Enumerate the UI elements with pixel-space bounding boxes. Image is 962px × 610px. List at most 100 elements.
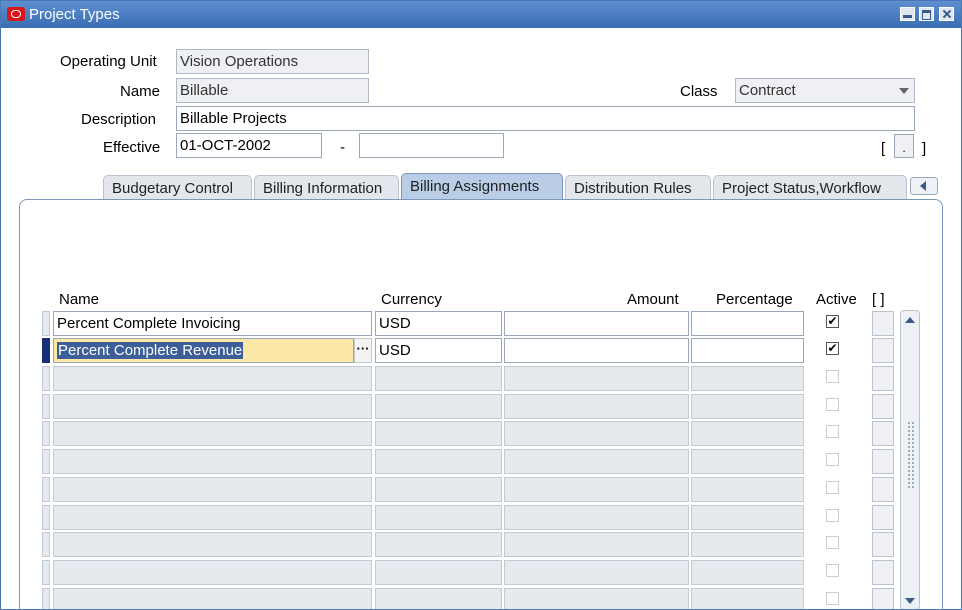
- flexfield-cell[interactable]: [872, 476, 894, 502]
- row-selector[interactable]: [42, 421, 50, 447]
- empty-cell[interactable]: [691, 532, 804, 558]
- empty-cell[interactable]: [375, 504, 502, 530]
- empty-cell[interactable]: [53, 532, 372, 558]
- active-checkbox[interactable]: [826, 563, 839, 577]
- empty-cell[interactable]: [691, 366, 804, 391]
- empty-cell[interactable]: [375, 559, 502, 585]
- row-selector[interactable]: [42, 393, 50, 419]
- tab-project-status-workflow[interactable]: Project Status,Workflow: [713, 175, 907, 199]
- empty-cell[interactable]: [375, 366, 502, 391]
- empty-cell[interactable]: [53, 504, 372, 530]
- flexfield-cell[interactable]: [872, 338, 894, 363]
- effective-from-field[interactable]: 01-OCT-2002: [176, 133, 322, 158]
- active-checkbox[interactable]: ✔: [826, 315, 839, 328]
- empty-cell[interactable]: [504, 504, 689, 530]
- empty-cell[interactable]: [375, 587, 502, 609]
- row-selector[interactable]: [42, 532, 50, 558]
- empty-cell[interactable]: [375, 532, 502, 558]
- row-selector[interactable]: [42, 366, 50, 391]
- percentage-cell[interactable]: [691, 338, 804, 363]
- currency-cell[interactable]: USD: [375, 311, 502, 336]
- empty-cell[interactable]: [53, 449, 372, 475]
- active-checkbox[interactable]: [826, 591, 839, 605]
- descriptive-flexfield-button[interactable]: .: [894, 134, 914, 158]
- tab-billing-assignments[interactable]: Billing Assignments: [401, 173, 563, 200]
- tab-billing-information[interactable]: Billing Information: [254, 175, 399, 199]
- empty-cell[interactable]: [375, 476, 502, 502]
- flexfield-cell[interactable]: [872, 587, 894, 609]
- scroll-grip-icon[interactable]: [907, 421, 915, 489]
- flexfield-cell[interactable]: [872, 311, 894, 336]
- row-selector[interactable]: [42, 311, 50, 336]
- list-of-values-button[interactable]: ···: [354, 338, 372, 363]
- empty-cell[interactable]: [375, 393, 502, 419]
- name-cell-current[interactable]: Percent Complete Revenue: [53, 338, 354, 363]
- empty-cell[interactable]: [691, 587, 804, 609]
- active-checkbox[interactable]: [826, 370, 839, 383]
- empty-cell[interactable]: [53, 587, 372, 609]
- row-selector-current[interactable]: [42, 338, 50, 363]
- empty-cell[interactable]: [691, 559, 804, 585]
- effective-to-field[interactable]: [359, 133, 504, 158]
- minimize-icon[interactable]: [900, 7, 915, 21]
- empty-cell[interactable]: [504, 532, 689, 558]
- active-checkbox[interactable]: [826, 536, 839, 550]
- active-checkbox[interactable]: [826, 480, 839, 494]
- empty-cell[interactable]: [53, 559, 372, 585]
- empty-cell[interactable]: [504, 449, 689, 475]
- percentage-cell[interactable]: [691, 311, 804, 336]
- empty-cell[interactable]: [53, 393, 372, 419]
- empty-cell[interactable]: [504, 366, 689, 391]
- tab-scroll-left-icon[interactable]: [910, 177, 938, 195]
- row-selector[interactable]: [42, 504, 50, 530]
- active-checkbox[interactable]: [826, 425, 839, 439]
- tab-budgetary-control[interactable]: Budgetary Control: [103, 175, 252, 199]
- empty-cell[interactable]: [504, 559, 689, 585]
- empty-cell[interactable]: [504, 421, 689, 447]
- empty-cell[interactable]: [53, 366, 372, 391]
- amount-cell[interactable]: [504, 338, 689, 363]
- active-checkbox[interactable]: [826, 508, 839, 522]
- empty-cell[interactable]: [504, 393, 689, 419]
- empty-cell[interactable]: [691, 449, 804, 475]
- active-checkbox[interactable]: [826, 453, 839, 467]
- flexfield-cell[interactable]: [872, 559, 894, 585]
- row-selector[interactable]: [42, 476, 50, 502]
- active-checkbox[interactable]: ✔: [826, 342, 839, 355]
- class-label: Class: [680, 83, 718, 100]
- empty-cell[interactable]: [53, 421, 372, 447]
- amount-cell[interactable]: [504, 311, 689, 336]
- flexfield-cell[interactable]: [872, 532, 894, 558]
- scroll-down-icon[interactable]: [905, 598, 915, 604]
- empty-cell[interactable]: [53, 476, 372, 502]
- scroll-up-icon[interactable]: [905, 317, 915, 323]
- name-cell[interactable]: Percent Complete Invoicing: [53, 311, 372, 336]
- empty-cell[interactable]: [691, 504, 804, 530]
- flexfield-cell[interactable]: [872, 366, 894, 391]
- class-select[interactable]: Contract: [735, 78, 915, 103]
- row-selector[interactable]: [42, 587, 50, 609]
- empty-cell[interactable]: [504, 587, 689, 609]
- empty-cell[interactable]: [691, 393, 804, 419]
- row-selector[interactable]: [42, 449, 50, 475]
- name-field[interactable]: Billable: [176, 78, 369, 103]
- tab-distribution-rules[interactable]: Distribution Rules: [565, 175, 711, 199]
- flexfield-cell[interactable]: [872, 393, 894, 419]
- chevron-down-icon: [899, 88, 909, 94]
- close-icon[interactable]: [939, 7, 954, 21]
- empty-cell[interactable]: [691, 476, 804, 502]
- empty-cell[interactable]: [691, 421, 804, 447]
- operating-unit-field[interactable]: Vision Operations: [176, 49, 369, 74]
- currency-cell[interactable]: USD: [375, 338, 502, 363]
- empty-cell[interactable]: [375, 421, 502, 447]
- grid-scrollbar[interactable]: [900, 310, 920, 609]
- empty-cell[interactable]: [375, 449, 502, 475]
- empty-cell[interactable]: [504, 476, 689, 502]
- flexfield-cell[interactable]: [872, 449, 894, 475]
- flexfield-cell[interactable]: [872, 421, 894, 447]
- flexfield-cell[interactable]: [872, 504, 894, 530]
- maximize-icon[interactable]: [919, 7, 934, 21]
- row-selector[interactable]: [42, 559, 50, 585]
- active-checkbox[interactable]: [826, 397, 839, 411]
- description-field[interactable]: Billable Projects: [176, 106, 915, 131]
